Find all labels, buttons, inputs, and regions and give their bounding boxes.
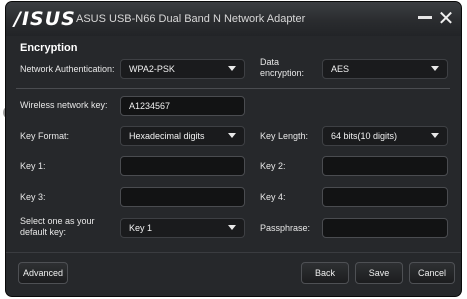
key1-input[interactable]	[120, 156, 245, 176]
key3-label: Key 3:	[20, 192, 46, 202]
passphrase-input[interactable]	[322, 218, 448, 238]
passphrase-label: Passphrase:	[260, 223, 311, 233]
cancel-button[interactable]: Cancel	[409, 262, 455, 284]
wireless-key-label: Wireless network key:	[20, 100, 108, 110]
key-format-label: Key Format:	[20, 131, 70, 141]
save-button[interactable]: Save	[355, 262, 403, 284]
network-auth-value: WPA2-PSK	[129, 64, 175, 74]
key1-label: Key 1:	[20, 161, 46, 171]
key2-label: Key 2:	[260, 161, 286, 171]
title-bar: /ISUS ASUS USB-N66 Dual Band N Network A…	[6, 2, 461, 36]
window-title: ASUS USB-N66 Dual Band N Network Adapter	[76, 13, 306, 25]
key2-input[interactable]	[322, 156, 448, 176]
default-key-label: Select one as your default key:	[20, 216, 95, 237]
chevron-down-icon	[431, 66, 439, 71]
network-adapter-window: /ISUS ASUS USB-N66 Dual Band N Network A…	[6, 2, 461, 296]
key-length-value: 64 bits(10 digits)	[331, 131, 398, 141]
key-length-label: Key Length:	[260, 131, 309, 141]
chevron-down-icon	[431, 133, 439, 138]
data-encryption-select[interactable]: AES	[322, 59, 448, 79]
default-key-select[interactable]: Key 1	[120, 218, 245, 238]
chevron-down-icon	[228, 225, 236, 230]
close-icon[interactable]: ✕	[436, 8, 456, 28]
footer-divider	[6, 252, 461, 253]
back-button[interactable]: Back	[301, 262, 349, 284]
minimize-button[interactable]	[418, 16, 432, 19]
chevron-down-icon	[228, 133, 236, 138]
section-title: Encryption	[20, 42, 78, 54]
default-key-value: Key 1	[129, 223, 153, 233]
key4-input[interactable]	[322, 187, 448, 207]
section-divider	[16, 88, 450, 89]
chevron-down-icon	[228, 66, 236, 71]
wireless-key-input[interactable]: A1234567	[120, 96, 245, 116]
key-format-value: Hexadecimal digits	[129, 131, 205, 141]
data-encryption-label: Data encryption:	[260, 57, 305, 78]
network-auth-label: Network Authentication:	[20, 64, 115, 74]
asus-logo: /ISUS	[14, 8, 76, 30]
key4-label: Key 4:	[260, 192, 286, 202]
network-auth-select[interactable]: WPA2-PSK	[120, 59, 245, 79]
data-encryption-value: AES	[331, 64, 350, 74]
key-format-select[interactable]: Hexadecimal digits	[120, 126, 245, 146]
key3-input[interactable]	[120, 187, 245, 207]
key-length-select[interactable]: 64 bits(10 digits)	[322, 126, 448, 146]
advanced-button[interactable]: Advanced	[18, 262, 68, 284]
